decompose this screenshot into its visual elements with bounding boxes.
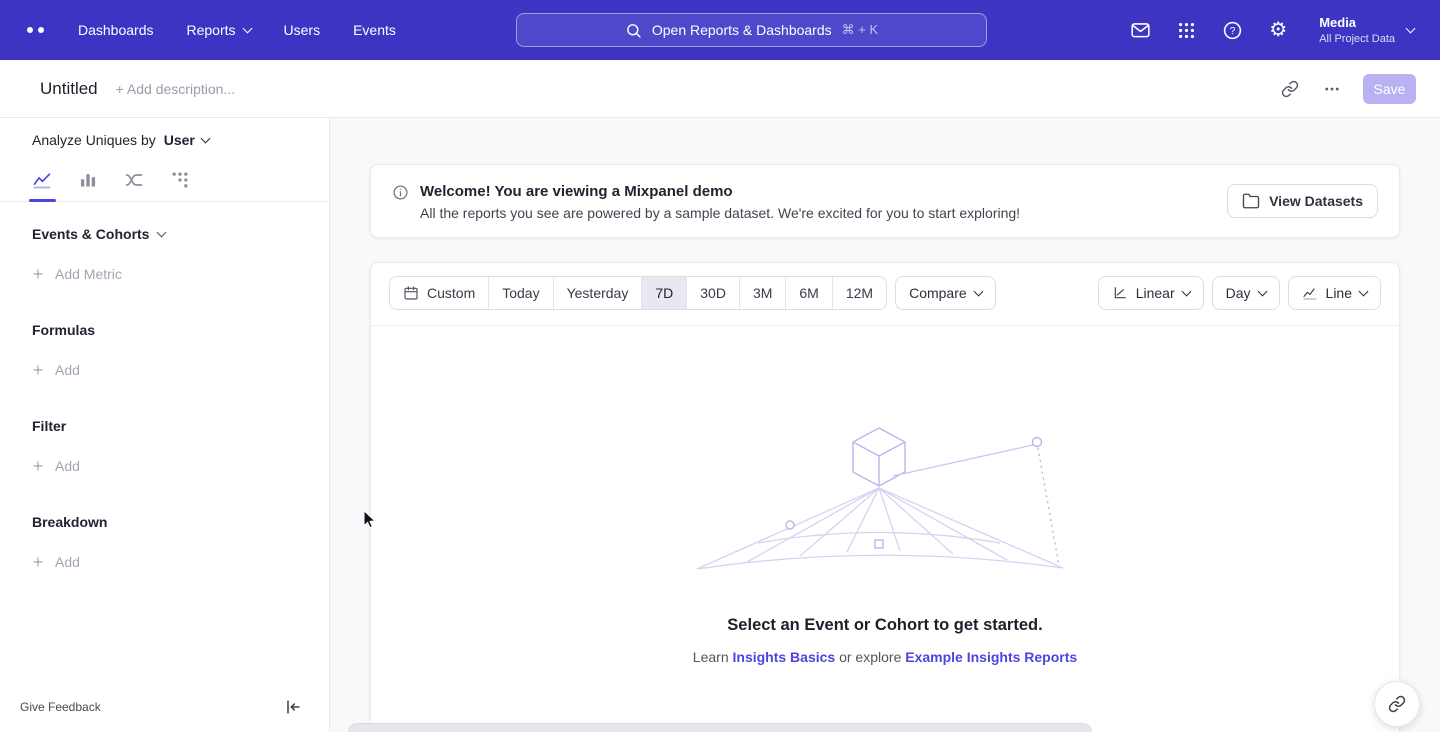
- report-title[interactable]: Untitled: [40, 79, 98, 99]
- search-icon: [625, 22, 642, 39]
- share-link-fab[interactable]: [1374, 681, 1420, 727]
- sidebar-footer: Give Feedback: [0, 690, 329, 732]
- link-icon: [1388, 695, 1406, 713]
- bottom-panel-handle[interactable]: [348, 723, 1092, 732]
- topnav-right-cluster: ? ⚙ Media All Project Data: [1129, 14, 1414, 45]
- line-chart-icon: [1302, 285, 1318, 301]
- apps-grid-icon[interactable]: [1175, 19, 1197, 41]
- tab-retention-icon[interactable]: [170, 170, 190, 190]
- report-canvas: Welcome! You are viewing a Mixpanel demo…: [330, 118, 1440, 732]
- chevron-down-icon: [1181, 287, 1191, 297]
- example-insights-reports-link[interactable]: Example Insights Reports: [905, 649, 1077, 665]
- chevron-down-icon: [242, 24, 252, 34]
- add-metric-button[interactable]: Add Metric: [32, 266, 297, 282]
- project-name: Media: [1319, 14, 1395, 32]
- nav-events[interactable]: Events: [353, 22, 396, 38]
- report-header-actions: Save: [1279, 74, 1416, 104]
- welcome-banner: Welcome! You are viewing a Mixpanel demo…: [370, 164, 1400, 238]
- project-scope: All Project Data: [1319, 33, 1395, 46]
- copy-link-icon[interactable]: [1279, 78, 1301, 100]
- calendar-icon: [403, 285, 419, 301]
- add-formula-button[interactable]: Add: [32, 362, 297, 378]
- view-datasets-button[interactable]: View Datasets: [1227, 184, 1378, 218]
- analyze-label: Analyze Uniques by: [32, 132, 156, 148]
- svg-text:?: ?: [1229, 26, 1235, 37]
- empty-state-illustration: [695, 426, 1075, 576]
- mixpanel-logo[interactable]: [27, 27, 44, 33]
- chart-display-controls: Linear Day Line: [1098, 276, 1381, 310]
- add-breakdown-button[interactable]: Add: [32, 554, 297, 570]
- tab-bar-chart-icon[interactable]: [78, 170, 98, 190]
- info-icon: [392, 184, 409, 201]
- chevron-down-icon: [200, 134, 210, 144]
- give-feedback-link[interactable]: Give Feedback: [20, 700, 101, 714]
- plus-icon: [32, 364, 44, 376]
- chevron-down-icon: [973, 287, 983, 297]
- date-range-custom[interactable]: Custom: [390, 277, 488, 309]
- chevron-down-icon: [1359, 287, 1369, 297]
- chevron-down-icon: [1257, 287, 1267, 297]
- tab-insights-icon[interactable]: [32, 170, 52, 190]
- collapse-sidebar-icon[interactable]: [283, 697, 303, 717]
- chevron-down-icon: [1406, 24, 1416, 34]
- global-search[interactable]: Open Reports & Dashboards ⌘ + K: [516, 13, 987, 47]
- compare-button[interactable]: Compare: [895, 276, 996, 310]
- analyze-by-dropdown[interactable]: User: [164, 132, 209, 148]
- chevron-down-icon: [157, 228, 167, 238]
- axis-scale-icon: [1112, 285, 1128, 301]
- date-range-6m[interactable]: 6M: [785, 277, 831, 309]
- more-options-icon[interactable]: [1321, 78, 1343, 100]
- date-range-3m[interactable]: 3M: [739, 277, 785, 309]
- add-filter-button[interactable]: Add: [32, 458, 297, 474]
- plus-icon: [32, 460, 44, 472]
- breakdown-section: Breakdown: [32, 514, 297, 530]
- date-range-30d[interactable]: 30D: [686, 277, 739, 309]
- interval-dropdown[interactable]: Day: [1212, 276, 1280, 310]
- add-description-field[interactable]: + Add description...: [116, 81, 235, 97]
- date-range-today[interactable]: Today: [488, 277, 552, 309]
- search-shortcut: ⌘ + K: [842, 22, 879, 38]
- empty-state: Select an Event or Cohort to get started…: [371, 326, 1399, 665]
- date-range-segmented-control: Custom Today Yesterday 7D 30D 3M 6M 12M: [389, 276, 887, 310]
- chart-toolbar: Custom Today Yesterday 7D 30D 3M 6M 12M …: [371, 263, 1399, 326]
- insights-basics-link[interactable]: Insights Basics: [733, 649, 836, 665]
- nav-reports[interactable]: Reports: [187, 22, 251, 38]
- events-cohorts-section[interactable]: Events & Cohorts: [32, 226, 297, 242]
- folder-icon: [1242, 192, 1260, 210]
- nav-dashboards[interactable]: Dashboards: [78, 22, 154, 38]
- tab-flows-icon[interactable]: [124, 170, 144, 190]
- search-label: Open Reports & Dashboards: [652, 22, 832, 38]
- nav-users[interactable]: Users: [284, 22, 321, 38]
- settings-gear-icon[interactable]: ⚙: [1267, 19, 1289, 41]
- visualization-tabs: [0, 158, 329, 202]
- plus-icon: [32, 556, 44, 568]
- plus-icon: [32, 268, 44, 280]
- date-range-7d[interactable]: 7D: [641, 277, 686, 309]
- query-builder-sidebar: Analyze Uniques by User Events & Cohorts…: [0, 118, 330, 732]
- banner-title: Welcome! You are viewing a Mixpanel demo: [420, 181, 1020, 203]
- chart-type-dropdown[interactable]: Line: [1288, 276, 1381, 310]
- primary-nav: Dashboards Reports Users Events: [78, 22, 396, 38]
- empty-state-subtitle: Learn Insights Basics or explore Example…: [371, 649, 1399, 665]
- project-switcher[interactable]: Media All Project Data: [1319, 14, 1414, 45]
- insights-chart-card: Custom Today Yesterday 7D 30D 3M 6M 12M …: [370, 262, 1400, 732]
- formulas-section: Formulas: [32, 322, 297, 338]
- date-range-yesterday[interactable]: Yesterday: [553, 277, 642, 309]
- help-icon[interactable]: ?: [1221, 19, 1243, 41]
- analyze-uniques-row: Analyze Uniques by User: [0, 118, 329, 148]
- scale-dropdown[interactable]: Linear: [1098, 276, 1204, 310]
- empty-state-title: Select an Event or Cohort to get started…: [371, 616, 1399, 635]
- inbox-icon[interactable]: [1129, 19, 1151, 41]
- save-button[interactable]: Save: [1363, 74, 1416, 104]
- report-header: Untitled + Add description... Save: [0, 60, 1440, 118]
- filter-section: Filter: [32, 418, 297, 434]
- date-range-12m[interactable]: 12M: [832, 277, 886, 309]
- selected-tab-underline: [29, 199, 56, 202]
- banner-body: All the reports you see are powered by a…: [420, 205, 1020, 221]
- top-navigation: Dashboards Reports Users Events Open Rep…: [0, 0, 1440, 60]
